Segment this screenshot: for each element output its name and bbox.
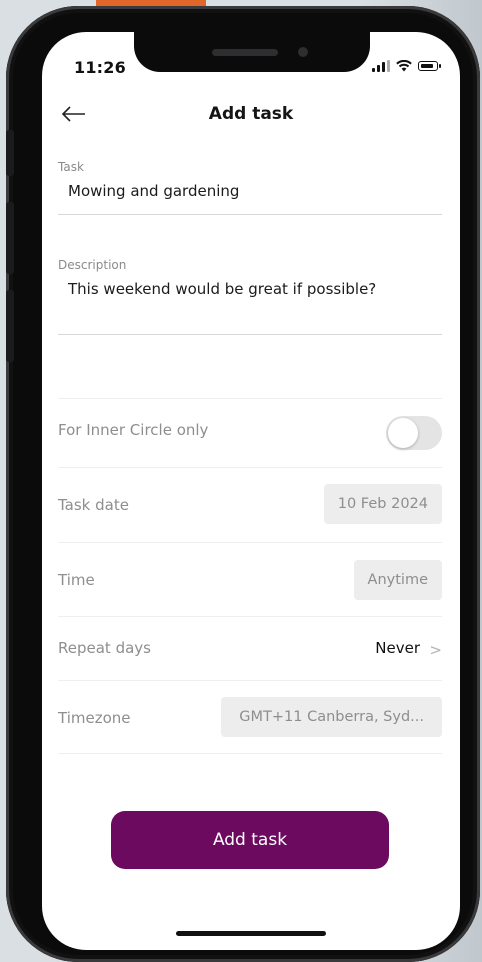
side-button-volume-down [6,290,14,362]
task-label: Task [58,160,84,174]
row-divider [58,467,442,468]
row-divider [58,616,442,617]
task-date-label: Task date [58,496,129,514]
description-underline [58,334,442,335]
inner-circle-label: For Inner Circle only [58,421,209,439]
battery-icon [418,61,441,71]
task-date-picker[interactable]: 10 Feb 2024 [323,484,442,524]
task-underline [58,214,442,215]
row-divider [58,680,442,681]
status-icons [372,60,441,72]
description-input[interactable]: This weekend would be great if possible? [68,280,376,298]
timezone-picker[interactable]: GMT+11 Canberra, Syd... [221,697,442,737]
page-title: Add task [208,104,294,124]
notch [134,32,370,72]
wifi-icon [396,60,412,72]
signal-icon [372,60,390,72]
camera [298,47,308,57]
status-time: 11:26 [74,58,126,77]
inner-circle-toggle[interactable] [386,416,442,450]
phone-frame: 11:26 Add task Task Mowing and gardening… [6,6,480,962]
row-divider [58,542,442,543]
chevron-right-icon[interactable]: > [429,641,442,659]
home-indicator [176,931,326,936]
description-label: Description [58,258,127,272]
timezone-label: Timezone [58,709,131,727]
row-divider [58,753,442,754]
repeat-days-label: Repeat days [58,639,151,657]
app-screen: 11:26 Add task Task Mowing and gardening… [42,32,460,950]
speaker [212,49,278,56]
time-label: Time [58,571,95,589]
section-divider [58,398,442,399]
add-task-button[interactable]: Add task [111,811,389,869]
toggle-knob [388,418,418,448]
side-button-volume-up [6,202,14,274]
repeat-days-value[interactable]: Never [375,639,420,657]
time-picker[interactable]: Anytime [353,560,442,600]
side-button-mute [6,130,14,176]
task-input[interactable]: Mowing and gardening [68,182,239,200]
